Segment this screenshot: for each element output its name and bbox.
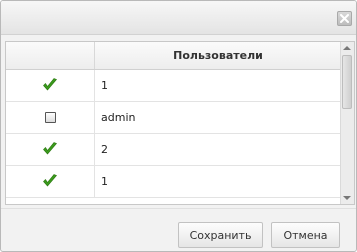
check-icon [43,174,58,187]
vertical-scrollbar[interactable] [340,42,354,204]
row-user-name: 1 [101,79,108,92]
row-check-cell[interactable] [6,70,95,101]
row-check-cell[interactable] [6,102,95,133]
scroll-down-arrow-icon[interactable] [343,196,351,200]
row-user-name: 2 [101,143,108,156]
row-check-cell[interactable] [6,134,95,165]
cancel-button[interactable]: Отмена [271,222,340,248]
user-selection-dialog: Пользователи 1 admin 2 1 Сохранить Отмен… [0,0,357,252]
column-header-users[interactable]: Пользователи [95,42,341,69]
table-row[interactable]: 1 [6,166,341,198]
close-button[interactable] [337,11,352,26]
grid-header: Пользователи [6,42,341,70]
save-button[interactable]: Сохранить [178,222,263,248]
close-icon [340,14,349,23]
row-check-cell[interactable] [6,166,95,197]
check-icon [43,78,58,91]
checkbox-empty-icon[interactable] [45,112,56,123]
check-icon [43,142,58,155]
scroll-up-arrow-icon[interactable] [343,46,351,50]
scroll-thumb[interactable] [342,55,352,109]
table-row[interactable]: 1 [6,70,341,102]
row-user-name: 1 [101,175,108,188]
footer-divider [1,208,356,209]
table-row[interactable]: 2 [6,134,341,166]
row-user-name: admin [101,111,136,124]
grid-rows: 1 admin 2 1 [6,70,341,198]
table-row[interactable]: admin [6,102,341,134]
users-grid: Пользователи 1 admin 2 1 [5,41,355,205]
dialog-titlebar [1,1,356,35]
column-header-check[interactable] [6,42,95,69]
